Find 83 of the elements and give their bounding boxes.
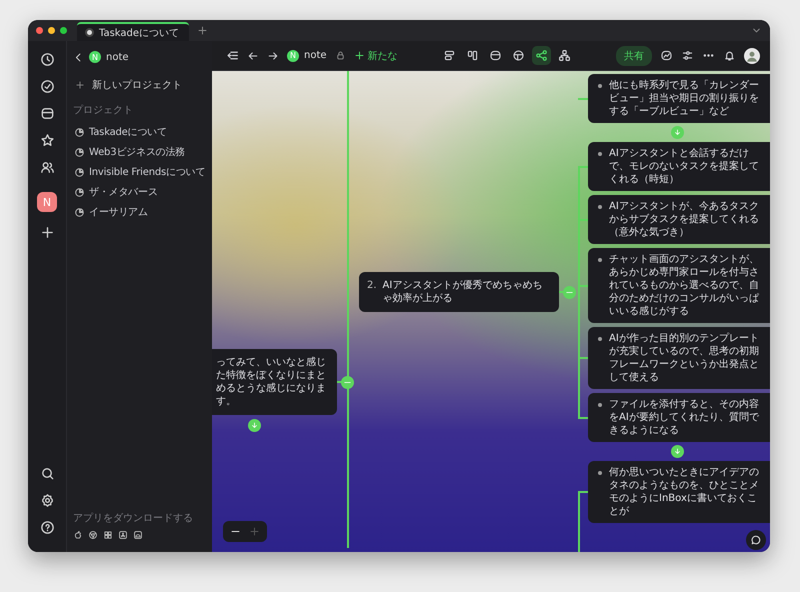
- project-avatar: N: [287, 50, 299, 62]
- project-icon: [74, 166, 85, 178]
- view-tab[interactable]: [532, 46, 551, 65]
- org-chart-view-icon: [558, 49, 571, 62]
- new-button[interactable]: 新たな: [354, 48, 398, 62]
- new-tab-icon[interactable]: [197, 25, 208, 36]
- board-view-icon: [466, 49, 479, 62]
- browser-icon[interactable]: [88, 530, 98, 540]
- window-minimize-button[interactable]: [48, 27, 55, 34]
- mindmap-node[interactable]: チャット画面のアシスタントが、あらかじめ専門家ロールを付与されているものから選べるので、自分のためだけのコンサルがいっぱいいる感じがする: [588, 248, 770, 323]
- node-text: AIアシスタントが、今あるタスクからサブタスクを提案してくれる（意外な気づき）: [609, 200, 760, 239]
- section-label: プロジェクト: [73, 104, 134, 117]
- windows-icon[interactable]: [103, 530, 113, 540]
- mindmap-node[interactable]: AIアシスタントと会話するだけで、モレのないタスクを提案してくれる（時短）: [588, 142, 770, 191]
- bullet-icon: [598, 258, 602, 262]
- node-text: AIアシスタントが優秀でめちゃめちゃ効率が上がる: [382, 279, 544, 305]
- bullet-icon: [598, 403, 602, 407]
- bullet-icon: [598, 471, 602, 475]
- bullet-icon: [598, 337, 602, 341]
- workspace-name[interactable]: note: [106, 52, 129, 62]
- project-item[interactable]: Taskadeについて: [73, 122, 210, 142]
- expand-button[interactable]: [671, 445, 684, 458]
- user-avatar[interactable]: [744, 48, 760, 64]
- mindmap-node[interactable]: AIアシスタントが、今あるタスクからサブタスクを提案してくれる（意外な気づき）: [588, 195, 770, 244]
- download-label: アプリをダウンロードする: [73, 512, 194, 525]
- window-zoom-button[interactable]: [60, 27, 67, 34]
- down-arrow-icon: [250, 421, 259, 430]
- forward-arrow-icon[interactable]: [267, 50, 279, 62]
- node-text: AIが作った目的別のテンプレートが充実しているので、思考の初期フレームワークというか出発点として使える: [609, 332, 760, 384]
- bullet-icon: [598, 205, 602, 209]
- apple-icon[interactable]: [73, 530, 83, 540]
- sliders-icon[interactable]: [681, 49, 694, 62]
- project-item[interactable]: イーサリアム: [73, 202, 210, 222]
- chart-icon[interactable]: [660, 49, 673, 62]
- plus-icon: [249, 526, 260, 537]
- back-arrow-icon[interactable]: [247, 50, 259, 62]
- mindmap-node[interactable]: ってみて、いいなと感じた特徴をぼくなりにまとめるとうな感じになります。: [212, 349, 337, 415]
- app-store-icon[interactable]: [118, 530, 128, 540]
- down-arrow-icon: [673, 447, 682, 456]
- plus-icon: [75, 80, 85, 90]
- node-text: ってみて、いいなと感じた特徴をぼくなりにまとめるとうな感じになります。: [216, 357, 326, 407]
- project-icon: [74, 126, 85, 138]
- tab-title: Taskadeについて: [99, 26, 180, 40]
- node-text: AIアシスタントと会話するだけで、モレのないタスクを提案してくれる（時短）: [609, 147, 760, 186]
- chat-icon: [750, 534, 762, 546]
- project-icon: [74, 186, 85, 198]
- mindmap-node[interactable]: 何か思いついたときにアイデアのタネのようなものを、ひとことメモのようにInBoxに書いておくことが: [588, 461, 770, 523]
- mindmap-node[interactable]: 2. AIアシスタントが優秀でめちゃめちゃ効率が上がる: [359, 272, 559, 312]
- project-name[interactable]: note: [304, 50, 327, 61]
- favicon-icon: [85, 28, 94, 37]
- collapse-button[interactable]: [341, 376, 354, 389]
- list-view-icon: [442, 49, 456, 62]
- bell-icon[interactable]: [723, 49, 736, 62]
- plus-icon: [354, 50, 365, 61]
- node-text: 何か思いついたときにアイデアのタネのようなものを、ひとことメモのようにInBoxに書いておくことが: [609, 466, 760, 518]
- window-close-button[interactable]: [36, 27, 43, 34]
- project-item[interactable]: Invisible Friendsについて: [73, 162, 210, 182]
- calendar-view-icon: [488, 49, 502, 62]
- android-icon[interactable]: [133, 530, 143, 540]
- mindmap-node[interactable]: ファイルを添付すると、その内容をAIが要約してくれたり、質問できるようになる: [588, 393, 770, 442]
- project-item[interactable]: ザ・メタバース: [73, 182, 210, 202]
- node-text: 他にも時系列で見る「カレンダービュー」担当や期日の割り振りをする「ーブルビュー」など: [609, 79, 760, 118]
- down-arrow-icon: [673, 128, 682, 137]
- mindmap-node[interactable]: AIが作った目的別のテンプレートが充実しているので、思考の初期フレームワークというか出発点として使える: [588, 327, 770, 389]
- table-view-icon: [512, 49, 525, 62]
- node-text: チャット画面のアシスタントが、あらかじめ専門家ロールを付与されているものから選べるので、自分のためだけのコンサルがいっぱいいる感じがする: [609, 253, 760, 318]
- collapse-sidebar-icon[interactable]: [226, 49, 239, 62]
- browser-tab[interactable]: Taskadeについて: [77, 22, 189, 41]
- lock-icon: [334, 50, 346, 61]
- bullet-icon: [598, 84, 602, 88]
- project-icon: [74, 206, 85, 218]
- node-text: ファイルを添付すると、その内容をAIが要約してくれたり、質問できるようになる: [609, 398, 760, 437]
- project-icon: [74, 146, 85, 158]
- project-item[interactable]: Web3ビジネスの法務: [73, 142, 210, 162]
- mindmap-node[interactable]: 他にも時系列で見る「カレンダービュー」担当や期日の割り振りをする「ーブルビュー」など: [588, 74, 770, 123]
- workspace-avatar: N: [89, 51, 101, 63]
- share-button[interactable]: 共有: [616, 46, 652, 66]
- expand-button[interactable]: [248, 419, 261, 432]
- node-number: 2.: [367, 279, 377, 293]
- mind-map-view-icon: [534, 49, 548, 62]
- bullet-icon: [598, 152, 602, 156]
- new-project-button[interactable]: 新しいプロジェクト: [73, 75, 210, 95]
- chat-button[interactable]: [746, 530, 766, 550]
